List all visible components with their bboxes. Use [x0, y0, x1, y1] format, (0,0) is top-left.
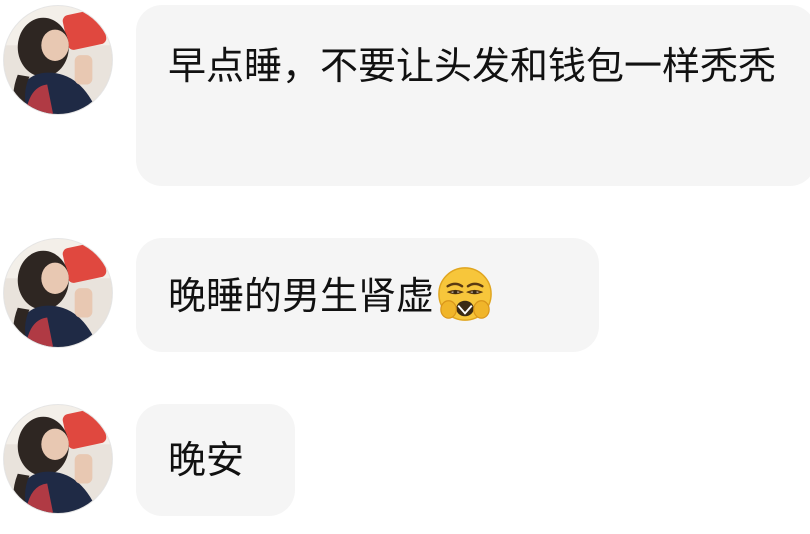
message-bubble[interactable]: 晚睡的男生肾虚: [136, 238, 599, 352]
avatar[interactable]: [3, 238, 113, 348]
message-bubble[interactable]: 早点睡，不要让头发和钱包一样秃秃: [136, 5, 810, 186]
message-text: 晚安: [168, 438, 245, 482]
message-bubble[interactable]: 晚安: [136, 404, 295, 516]
exhausted-face-emoji-icon: [436, 265, 494, 323]
avatar[interactable]: [3, 5, 113, 115]
user-avatar-icon: [4, 405, 112, 513]
message-text: 晚睡的男生肾虚: [168, 274, 435, 318]
message-text: 早点睡，不要让头发和钱包一样秃秃: [168, 44, 777, 88]
user-avatar-icon: [4, 239, 112, 347]
chat-message-list: 早点睡，不要让头发和钱包一样秃秃 晚睡的男生肾虚 晚安: [0, 0, 810, 534]
user-avatar-icon: [4, 6, 112, 114]
avatar[interactable]: [3, 404, 113, 514]
